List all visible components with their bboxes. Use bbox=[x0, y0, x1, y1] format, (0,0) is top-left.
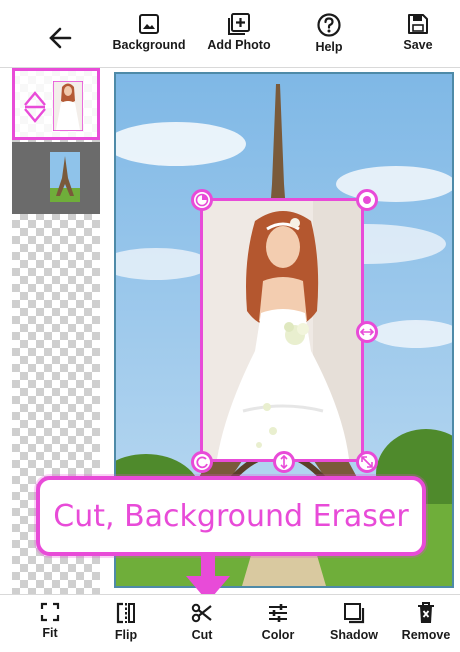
fit-button[interactable]: Fit bbox=[12, 601, 88, 651]
trash-icon bbox=[418, 602, 434, 623]
callout-arrow-stem bbox=[201, 556, 215, 578]
fit-label: Fit bbox=[42, 626, 58, 640]
remove-label: Remove bbox=[401, 628, 451, 642]
fit-icon bbox=[40, 602, 60, 622]
add-photo-button[interactable]: Add Photo bbox=[196, 12, 282, 66]
save-icon bbox=[408, 14, 428, 34]
stretch-horizontal-handle[interactable] bbox=[356, 321, 378, 343]
selected-photo[interactable] bbox=[191, 189, 378, 473]
close-handle[interactable] bbox=[356, 189, 378, 211]
rotate-handle[interactable] bbox=[191, 189, 213, 211]
pie-rotate-icon bbox=[195, 193, 209, 207]
horizontal-arrows-icon bbox=[360, 328, 374, 336]
color-button[interactable]: Color bbox=[240, 601, 316, 651]
color-label: Color bbox=[261, 628, 295, 642]
top-toolbar: Background Add Photo Help Save bbox=[0, 0, 460, 68]
color-sliders-icon bbox=[269, 604, 287, 622]
help-label: Help bbox=[315, 40, 343, 54]
stretch-vertical-handle[interactable] bbox=[273, 451, 295, 473]
cut-button[interactable]: Cut bbox=[164, 601, 240, 651]
diagonal-arrows-icon bbox=[361, 456, 373, 468]
rotate-icon bbox=[196, 456, 208, 469]
flip-label: Flip bbox=[114, 628, 138, 642]
layer-item-eiffel-tower[interactable] bbox=[12, 142, 100, 214]
add-photo-label: Add Photo bbox=[207, 38, 271, 52]
image-icon bbox=[139, 14, 159, 34]
flip-button[interactable]: Flip bbox=[88, 601, 164, 651]
tooltip-callout: Cut, Background Eraser bbox=[36, 476, 426, 556]
girl-photo bbox=[203, 201, 361, 459]
help-icon bbox=[317, 13, 341, 37]
background-button[interactable]: Background bbox=[106, 12, 192, 66]
rotate-left-handle[interactable] bbox=[191, 451, 213, 473]
shadow-icon bbox=[344, 603, 365, 624]
vertical-arrows-icon bbox=[280, 455, 288, 469]
bottom-toolbar: Fit Flip Cut Color Shadow Remove bbox=[0, 594, 460, 652]
scissors-icon bbox=[191, 603, 212, 623]
remove-button[interactable]: Remove bbox=[388, 601, 460, 651]
flip-icon bbox=[116, 602, 135, 624]
girl-thumbnail bbox=[53, 81, 83, 131]
callout-text: Cut, Background Eraser bbox=[53, 498, 409, 534]
back-button[interactable] bbox=[40, 18, 80, 58]
eiffel-thumbnail bbox=[50, 152, 80, 202]
arrow-left-icon bbox=[49, 27, 72, 49]
save-label: Save bbox=[403, 38, 433, 52]
cut-label: Cut bbox=[191, 628, 213, 642]
reorder-icon[interactable] bbox=[21, 89, 49, 125]
add-photo-icon bbox=[228, 13, 250, 35]
shadow-button[interactable]: Shadow bbox=[316, 601, 392, 651]
resize-handle[interactable] bbox=[356, 451, 378, 473]
save-button[interactable]: Save bbox=[375, 12, 460, 66]
layer-item-girl-photo[interactable] bbox=[12, 68, 100, 140]
background-label: Background bbox=[112, 38, 186, 52]
help-button[interactable]: Help bbox=[286, 12, 372, 66]
dot-icon bbox=[363, 196, 371, 204]
shadow-label: Shadow bbox=[330, 628, 378, 642]
